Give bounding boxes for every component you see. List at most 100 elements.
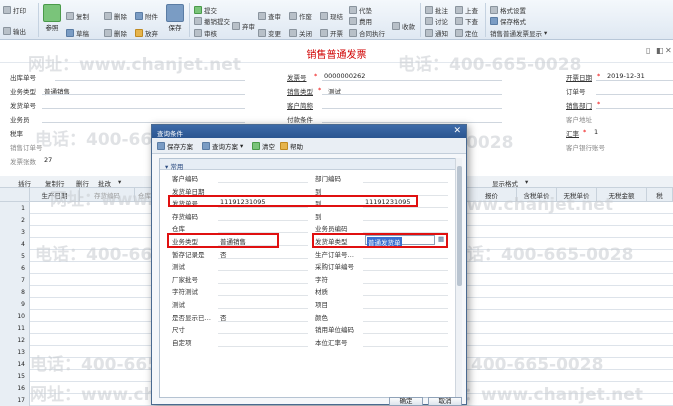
paperclip-icon [135, 11, 143, 20]
display-format-button[interactable]: 显示格式 [492, 178, 518, 188]
query-scheme-button[interactable]: 查询方案 ▾ [202, 141, 243, 151]
use-button[interactable]: 费用 [349, 15, 372, 26]
invalidate-icon [289, 11, 297, 20]
revoke-submit-button[interactable]: 撤销提交 [194, 15, 230, 26]
locate-button[interactable]: 定位 [455, 27, 478, 38]
pin-icon[interactable]: ▯ [646, 46, 650, 55]
invalidate-button[interactable]: 作废 [289, 10, 312, 21]
payment-label: 付款条件 [287, 116, 313, 124]
row-number: 12 [0, 334, 30, 346]
save-scheme-button[interactable]: 保存方案 [157, 141, 193, 151]
grid-header[interactable]: 报价 [467, 188, 517, 202]
collect-button[interactable]: 收款 [392, 20, 415, 31]
row-number: 6 [0, 262, 30, 274]
open-button[interactable]: 开票 [320, 27, 343, 38]
row-number: 10 [0, 310, 30, 322]
field-label: 字符测试 [172, 288, 198, 297]
field-label: 厂家批号 [172, 275, 198, 284]
view-icon [258, 11, 266, 20]
dialog-body: ▾ 常用 客户编码 部门编码 发货单日期到发货单号 11191231095 到 11191… [159, 158, 459, 398]
field-label: 颜色 [315, 313, 328, 322]
revise-button[interactable]: 删除 [104, 10, 127, 21]
annotate-button[interactable]: 批注 [425, 4, 448, 15]
exchange-field[interactable]: 1 [594, 128, 598, 136]
grid-header[interactable]: 无税单价 [557, 188, 597, 202]
row-number: 2 [0, 214, 30, 226]
sales-button[interactable]: 代垫 [349, 4, 372, 15]
grid-corner [0, 188, 30, 202]
clear-button[interactable]: 清空 [252, 141, 275, 151]
add-icon [43, 4, 61, 22]
outbound-no-label: 出库单号 [10, 74, 36, 82]
abandon-button[interactable]: 弃审 [232, 20, 255, 31]
invoice-icon [320, 11, 328, 20]
grid-header[interactable]: 无税金额 [597, 188, 647, 202]
change-icon [258, 28, 266, 37]
batch-edit-button[interactable]: 批改 [98, 178, 111, 188]
save-format-button[interactable]: 保存格式 [490, 15, 526, 26]
page-title: 销售普通发票 [306, 50, 367, 61]
attach-button[interactable]: 附件 [135, 10, 158, 21]
row-number: 9 [0, 298, 30, 310]
refresh-icon[interactable]: ◧ [656, 46, 664, 55]
grid-header[interactable]: 含税单价 [517, 188, 557, 202]
next-button[interactable]: 下查 [455, 15, 478, 26]
date-field[interactable]: 2019-12-31 [607, 72, 645, 80]
output-button[interactable]: 输出 [3, 25, 26, 36]
change-button[interactable]: 变更 [258, 27, 281, 38]
notify-button[interactable]: 通知 [425, 27, 448, 38]
customer-label: 客户简称 [287, 102, 313, 110]
scroll-thumb[interactable] [457, 166, 462, 286]
bank-label: 客户银行账号 [566, 144, 605, 152]
row-number: 16 [0, 382, 30, 394]
audit-button[interactable]: 审核 [194, 27, 217, 38]
format-display-select[interactable]: 销售普通发票显示 ▾ [490, 27, 547, 38]
first-button[interactable]: 上查 [455, 4, 478, 15]
grid-header[interactable]: 存货编码 [80, 188, 135, 202]
first-icon [455, 5, 463, 14]
toolbar: 打印 输出 参照 复制 草稿 删除 删除 附件 放弃 保存 提交 撤销提交 审核… [0, 0, 673, 40]
close-icon[interactable]: ✕ [665, 46, 672, 55]
field-label: 业务员编码 [315, 225, 348, 234]
dialog-scrollbar[interactable] [455, 158, 462, 398]
save-button[interactable]: 保存 [166, 4, 184, 32]
close-button[interactable]: 关闭 [289, 27, 312, 38]
view-audit-button[interactable]: 查审 [258, 10, 281, 21]
contract-icon [349, 28, 357, 37]
invoice-button[interactable]: 现结 [320, 10, 343, 21]
section-header[interactable]: ▾ 常用 [160, 159, 458, 171]
refer-button[interactable]: 参照 [43, 4, 61, 32]
discard-button[interactable]: 放弃 [135, 27, 158, 38]
format-setting-button[interactable]: 格式设置 [490, 4, 526, 15]
copy-row-button[interactable]: 复制行 [45, 178, 65, 188]
close-icon[interactable]: ✕ [453, 126, 461, 136]
help-button[interactable]: 帮助 [280, 141, 303, 151]
invoice-no-label: 发票号 [287, 74, 307, 82]
printer-icon [3, 5, 11, 14]
grid-header[interactable]: 生产日期 [30, 188, 80, 202]
copy-button[interactable]: 复制 [66, 10, 89, 21]
field-label: 测试 [172, 263, 185, 272]
sales-icon [349, 5, 357, 14]
grid-header[interactable]: 税 [647, 188, 673, 202]
print-button[interactable]: 打印 [3, 4, 26, 15]
delete-row-button[interactable]: 删行 [76, 178, 89, 188]
discuss-button[interactable]: 讨论 [425, 15, 448, 26]
edit-icon [104, 11, 112, 20]
save-icon [157, 142, 165, 150]
highlight-box [312, 233, 448, 248]
order-no-label: 销售订单号 [10, 144, 43, 152]
scheme-icon [202, 142, 210, 150]
submit-button[interactable]: 提交 [194, 4, 217, 15]
invoice-no-field[interactable]: 0000000262 [324, 72, 365, 80]
save-format-icon [490, 16, 498, 25]
draft-button[interactable]: 草稿 [66, 27, 89, 38]
close-doc-icon [289, 28, 297, 37]
help-icon [280, 142, 288, 150]
insert-row-button[interactable]: 插行 [18, 178, 31, 188]
row-number: 3 [0, 226, 30, 238]
contract-exec-button[interactable]: 合同执行 [349, 27, 385, 38]
dialog-toolbar: 保存方案 查询方案 ▾ 清空 帮助 [152, 138, 466, 154]
delete-button[interactable]: 删除 [104, 27, 127, 38]
save-icon [166, 4, 184, 22]
